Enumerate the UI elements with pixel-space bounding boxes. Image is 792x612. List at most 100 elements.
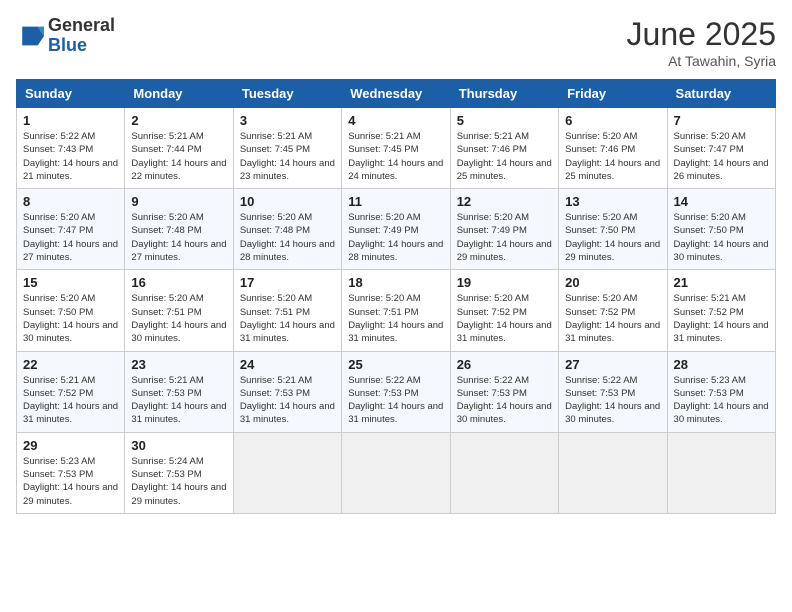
calendar-cell: 19Sunrise: 5:20 AM Sunset: 7:52 PM Dayli… xyxy=(450,270,558,351)
logo-text: General Blue xyxy=(48,16,115,56)
logo: General Blue xyxy=(16,16,115,56)
day-number: 20 xyxy=(565,275,660,290)
calendar-cell: 4 Sunrise: 5:21 AM Sunset: 7:45 PM Daylig… xyxy=(342,108,450,189)
day-info: Sunrise: 5:21 AM Sunset: 7:52 PM Dayligh… xyxy=(23,374,118,427)
day-info: Sunrise: 5:21 AM Sunset: 7:53 PM Dayligh… xyxy=(131,374,226,427)
day-info: Sunrise: 5:24 AM Sunset: 7:53 PM Dayligh… xyxy=(131,455,226,508)
location: At Tawahin, Syria xyxy=(627,53,776,69)
day-number: 12 xyxy=(457,194,552,209)
calendar-cell: 22 Sunrise: 5:21 AM Sunset: 7:52 PM Dayli… xyxy=(17,351,125,432)
day-number: 5 xyxy=(457,113,552,128)
day-number: 8 xyxy=(23,194,118,209)
month-title: June 2025 xyxy=(627,16,776,53)
calendar-cell: 23Sunrise: 5:21 AM Sunset: 7:53 PM Dayli… xyxy=(125,351,233,432)
calendar-cell: 12 Sunrise: 5:20 AM Sunset: 7:49 PM Dayli… xyxy=(450,189,558,270)
day-number: 7 xyxy=(674,113,769,128)
calendar-cell: 15 Sunrise: 5:20 AM Sunset: 7:50 PM Dayli… xyxy=(17,270,125,351)
day-number: 22 xyxy=(23,357,118,372)
logo-icon xyxy=(16,22,44,50)
day-info: Sunrise: 5:20 AM Sunset: 7:47 PM Dayligh… xyxy=(23,211,118,264)
calendar-cell: 14 Sunrise: 5:20 AM Sunset: 7:50 PM Dayli… xyxy=(667,189,775,270)
calendar-cell: 5 Sunrise: 5:21 AM Sunset: 7:46 PM Daylig… xyxy=(450,108,558,189)
week-row-1: 1Sunrise: 5:22 AM Sunset: 7:43 PM Daylig… xyxy=(17,108,776,189)
weekday-header-thursday: Thursday xyxy=(450,80,558,108)
day-number: 14 xyxy=(674,194,769,209)
week-row-5: 29 Sunrise: 5:23 AM Sunset: 7:53 PM Dayli… xyxy=(17,432,776,513)
day-info: Sunrise: 5:20 AM Sunset: 7:49 PM Dayligh… xyxy=(457,211,552,264)
day-number: 26 xyxy=(457,357,552,372)
day-info: Sunrise: 5:21 AM Sunset: 7:45 PM Dayligh… xyxy=(240,130,335,183)
calendar-cell: 9Sunrise: 5:20 AM Sunset: 7:48 PM Daylig… xyxy=(125,189,233,270)
day-info: Sunrise: 5:20 AM Sunset: 7:47 PM Dayligh… xyxy=(674,130,769,183)
day-info: Sunrise: 5:20 AM Sunset: 7:52 PM Dayligh… xyxy=(565,292,660,345)
calendar-cell xyxy=(342,432,450,513)
calendar-cell: 3 Sunrise: 5:21 AM Sunset: 7:45 PM Daylig… xyxy=(233,108,341,189)
day-info: Sunrise: 5:22 AM Sunset: 7:53 PM Dayligh… xyxy=(348,374,443,427)
day-info: Sunrise: 5:23 AM Sunset: 7:53 PM Dayligh… xyxy=(674,374,769,427)
calendar-cell: 16 Sunrise: 5:20 AM Sunset: 7:51 PM Dayli… xyxy=(125,270,233,351)
calendar-cell xyxy=(667,432,775,513)
weekday-header-wednesday: Wednesday xyxy=(342,80,450,108)
calendar-cell: 30 Sunrise: 5:24 AM Sunset: 7:53 PM Dayli… xyxy=(125,432,233,513)
day-number: 16 xyxy=(131,275,226,290)
day-number: 30 xyxy=(131,438,226,453)
day-number: 6 xyxy=(565,113,660,128)
day-number: 18 xyxy=(348,275,443,290)
day-number: 27 xyxy=(565,357,660,372)
logo-blue-text: Blue xyxy=(48,36,115,56)
calendar-cell: 25 Sunrise: 5:22 AM Sunset: 7:53 PM Dayli… xyxy=(342,351,450,432)
weekday-header-tuesday: Tuesday xyxy=(233,80,341,108)
calendar-cell: 1Sunrise: 5:22 AM Sunset: 7:43 PM Daylig… xyxy=(17,108,125,189)
day-number: 29 xyxy=(23,438,118,453)
calendar-cell: 24Sunrise: 5:21 AM Sunset: 7:53 PM Dayli… xyxy=(233,351,341,432)
day-info: Sunrise: 5:20 AM Sunset: 7:50 PM Dayligh… xyxy=(565,211,660,264)
day-number: 17 xyxy=(240,275,335,290)
weekday-header-sunday: Sunday xyxy=(17,80,125,108)
calendar-cell: 27 Sunrise: 5:22 AM Sunset: 7:53 PM Dayli… xyxy=(559,351,667,432)
header: General Blue June 2025 At Tawahin, Syria xyxy=(16,16,776,69)
day-number: 24 xyxy=(240,357,335,372)
day-number: 3 xyxy=(240,113,335,128)
week-row-2: 8 Sunrise: 5:20 AM Sunset: 7:47 PM Daylig… xyxy=(17,189,776,270)
day-number: 9 xyxy=(131,194,226,209)
day-info: Sunrise: 5:20 AM Sunset: 7:48 PM Dayligh… xyxy=(240,211,335,264)
day-number: 1 xyxy=(23,113,118,128)
calendar-cell: 28 Sunrise: 5:23 AM Sunset: 7:53 PM Dayli… xyxy=(667,351,775,432)
day-info: Sunrise: 5:20 AM Sunset: 7:50 PM Dayligh… xyxy=(674,211,769,264)
day-number: 2 xyxy=(131,113,226,128)
day-info: Sunrise: 5:21 AM Sunset: 7:46 PM Dayligh… xyxy=(457,130,552,183)
day-info: Sunrise: 5:23 AM Sunset: 7:53 PM Dayligh… xyxy=(23,455,118,508)
calendar-cell: 17 Sunrise: 5:20 AM Sunset: 7:51 PM Dayli… xyxy=(233,270,341,351)
calendar-cell: 2Sunrise: 5:21 AM Sunset: 7:44 PM Daylig… xyxy=(125,108,233,189)
calendar-cell: 21Sunrise: 5:21 AM Sunset: 7:52 PM Dayli… xyxy=(667,270,775,351)
day-number: 11 xyxy=(348,194,443,209)
day-number: 4 xyxy=(348,113,443,128)
day-number: 13 xyxy=(565,194,660,209)
day-number: 15 xyxy=(23,275,118,290)
calendar-cell xyxy=(233,432,341,513)
calendar-cell: 8 Sunrise: 5:20 AM Sunset: 7:47 PM Daylig… xyxy=(17,189,125,270)
logo-general-text: General xyxy=(48,16,115,36)
weekday-header-friday: Friday xyxy=(559,80,667,108)
day-info: Sunrise: 5:20 AM Sunset: 7:51 PM Dayligh… xyxy=(348,292,443,345)
day-info: Sunrise: 5:20 AM Sunset: 7:51 PM Dayligh… xyxy=(131,292,226,345)
calendar-cell: 20 Sunrise: 5:20 AM Sunset: 7:52 PM Dayli… xyxy=(559,270,667,351)
day-info: Sunrise: 5:20 AM Sunset: 7:50 PM Dayligh… xyxy=(23,292,118,345)
day-number: 25 xyxy=(348,357,443,372)
day-info: Sunrise: 5:22 AM Sunset: 7:53 PM Dayligh… xyxy=(565,374,660,427)
day-info: Sunrise: 5:20 AM Sunset: 7:46 PM Dayligh… xyxy=(565,130,660,183)
calendar-cell: 6 Sunrise: 5:20 AM Sunset: 7:46 PM Daylig… xyxy=(559,108,667,189)
calendar-cell xyxy=(559,432,667,513)
calendar-cell: 18 Sunrise: 5:20 AM Sunset: 7:51 PM Dayli… xyxy=(342,270,450,351)
day-info: Sunrise: 5:21 AM Sunset: 7:45 PM Dayligh… xyxy=(348,130,443,183)
weekday-header-saturday: Saturday xyxy=(667,80,775,108)
day-number: 21 xyxy=(674,275,769,290)
calendar-cell: 11Sunrise: 5:20 AM Sunset: 7:49 PM Dayli… xyxy=(342,189,450,270)
week-row-4: 22 Sunrise: 5:21 AM Sunset: 7:52 PM Dayli… xyxy=(17,351,776,432)
calendar-cell xyxy=(450,432,558,513)
weekday-header-row: SundayMondayTuesdayWednesdayThursdayFrid… xyxy=(17,80,776,108)
day-info: Sunrise: 5:22 AM Sunset: 7:53 PM Dayligh… xyxy=(457,374,552,427)
day-info: Sunrise: 5:20 AM Sunset: 7:51 PM Dayligh… xyxy=(240,292,335,345)
calendar-cell: 29 Sunrise: 5:23 AM Sunset: 7:53 PM Dayli… xyxy=(17,432,125,513)
day-number: 28 xyxy=(674,357,769,372)
